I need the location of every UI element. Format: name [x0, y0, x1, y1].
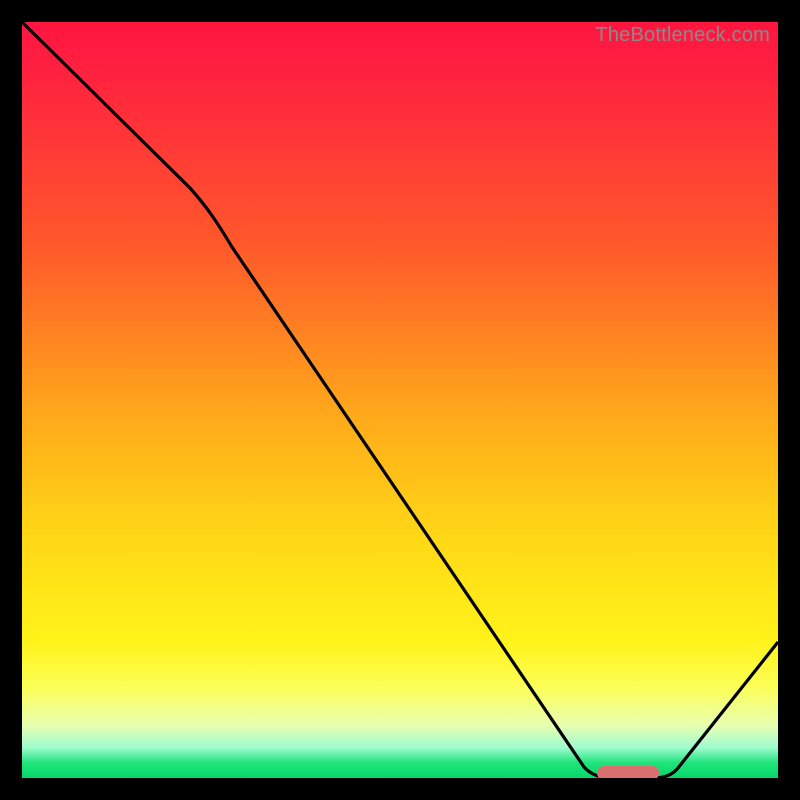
chart-frame: TheBottleneck.com	[0, 0, 800, 800]
marker-pill	[597, 766, 659, 778]
gradient-plot-area: TheBottleneck.com	[22, 22, 778, 778]
watermark-text: TheBottleneck.com	[595, 24, 770, 47]
optimal-range-marker	[22, 22, 778, 778]
